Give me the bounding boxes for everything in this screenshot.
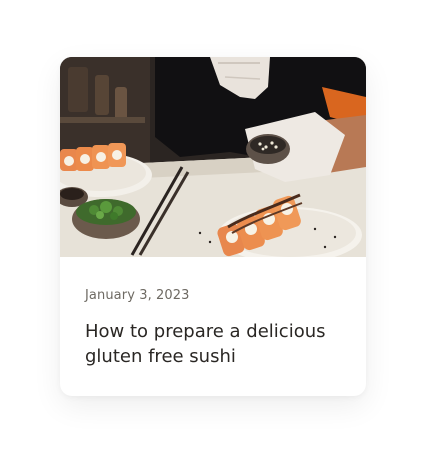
post-date: January 3, 2023 bbox=[85, 288, 190, 303]
page: January 3, 2023 How to prepare a delicio… bbox=[0, 0, 426, 460]
post-content: January 3, 2023 How to prepare a delicio… bbox=[85, 287, 350, 369]
blog-post-card[interactable]: January 3, 2023 How to prepare a delicio… bbox=[60, 57, 366, 396]
post-image[interactable] bbox=[60, 57, 366, 257]
post-title[interactable]: How to prepare a delicious gluten free s… bbox=[85, 319, 350, 369]
